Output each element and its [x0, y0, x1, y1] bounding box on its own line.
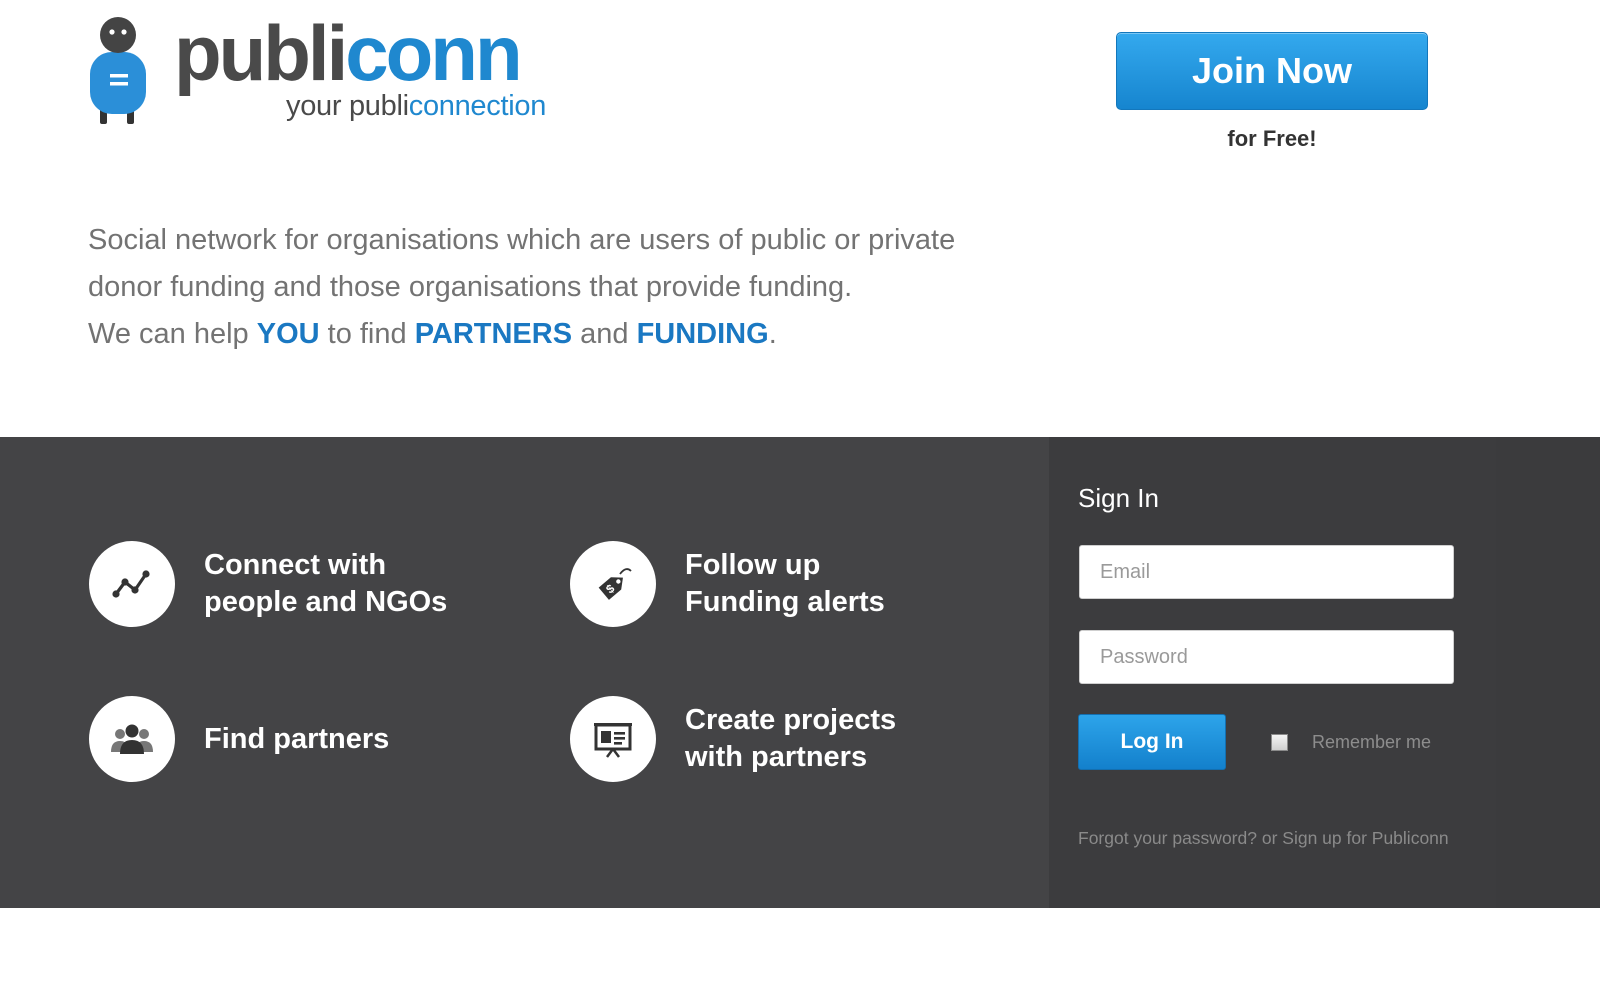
brand-name-dark: publi	[174, 9, 348, 97]
remember-me-label[interactable]: Remember me	[1312, 732, 1431, 753]
intro-text-segment: and	[572, 318, 637, 350]
feature-connect-line-1: Connect with	[204, 549, 387, 581]
join-now-button[interactable]: Join Now	[1116, 32, 1428, 110]
remember-me: Remember me	[1271, 732, 1431, 753]
price-tag-icon: $	[570, 541, 656, 627]
intro-text-segment: We can help	[88, 318, 257, 350]
feature-alerts-line-2: Funding alerts	[685, 586, 885, 618]
feature-partners-line-1: Find partners	[204, 722, 390, 755]
login-button[interactable]: Log In	[1078, 714, 1226, 770]
feature-connect: Connect with people and NGOs	[89, 541, 447, 627]
intro-text: Social network for organisations which a…	[88, 217, 1008, 358]
band-right-edge	[1496, 437, 1600, 908]
highlight-funding: FUNDING	[636, 318, 769, 350]
intro-line-2: donor funding and those organisations th…	[88, 271, 853, 303]
feature-alerts-line-1: Follow up	[685, 549, 821, 581]
feature-find-partners: Find partners	[89, 696, 389, 782]
feature-projects-line-2: with partners	[685, 741, 868, 773]
signup-link[interactable]: Sign up for Publiconn	[1282, 828, 1448, 848]
intro-line-1: Social network for organisations which a…	[88, 224, 956, 256]
brand-wordmark: publiconn	[174, 14, 523, 92]
feature-funding-alerts: $ Follow up Funding alerts	[570, 541, 885, 627]
feature-projects-line-1: Create projects	[685, 704, 897, 736]
tagline-dark: your publi	[286, 90, 409, 122]
join-subtext: for Free!	[1227, 126, 1317, 151]
features-band: Connect with people and NGOs $ Follow up…	[0, 437, 1600, 908]
forgot-password-link[interactable]: Forgot your password?	[1078, 828, 1257, 848]
highlight-partners: PARTNERS	[414, 318, 573, 350]
network-graph-icon	[89, 541, 175, 627]
mascot-icon	[90, 17, 146, 124]
intro-text-segment: to find	[319, 318, 415, 350]
signin-links: Forgot your password? or Sign up for Pub…	[1078, 828, 1449, 849]
highlight-you: YOU	[256, 318, 320, 350]
signin-panel: Sign In Log In Remember me Forgot your p…	[1049, 437, 1496, 908]
brand-name-blue: conn	[345, 9, 522, 97]
remember-me-checkbox[interactable]	[1271, 734, 1288, 751]
email-field[interactable]	[1079, 545, 1454, 599]
feature-create-projects: Create projects with partners	[570, 696, 896, 782]
tagline-blue: connection	[408, 90, 547, 122]
brand-logo[interactable]: publiconn your publiconnection	[88, 14, 578, 128]
people-group-icon	[89, 696, 175, 782]
intro-text-segment: .	[768, 318, 777, 350]
feature-connect-line-2: people and NGOs	[204, 586, 448, 618]
brand-tagline: your publiconnection	[286, 92, 546, 121]
presentation-board-icon	[570, 696, 656, 782]
password-field[interactable]	[1079, 630, 1454, 684]
signin-title: Sign In	[1078, 483, 1159, 513]
intro-line-3: We can help YOU to find PARTNERS and FUN…	[88, 311, 1008, 358]
or-text: or	[1256, 828, 1283, 848]
